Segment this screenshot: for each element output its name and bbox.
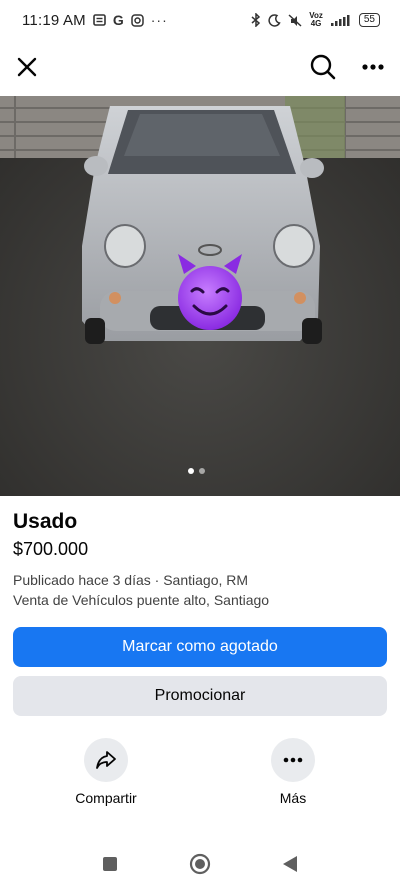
signal-icon [330,14,352,27]
promote-button[interactable]: Promocionar [13,676,387,716]
share-button[interactable] [84,738,128,782]
share-action[interactable]: Compartir [61,738,151,806]
more-action-button[interactable] [271,738,315,782]
google-icon: G [112,12,124,28]
home-circle-icon [189,853,211,875]
overflow-dots-icon: ··· [150,12,168,28]
bluetooth-icon [251,13,261,27]
more-icon [362,64,384,70]
listing-group[interactable]: Venta de Vehículos puente alto, Santiago [13,592,269,608]
more-action[interactable]: Más [248,738,338,806]
listing-photo[interactable] [0,96,400,496]
listing-price: $700.000 [13,539,89,559]
status-left: 11:19 AM G ··· [22,12,168,29]
status-right: Voz 4G 55 [251,12,380,28]
more-label: Más [279,790,307,806]
car-photo-illustration [0,96,400,496]
network-label-bottom: 4G [310,19,322,28]
mute-icon [288,13,302,27]
listing-title: Usado [13,510,78,533]
share-label: Compartir [75,790,137,806]
close-button[interactable] [9,49,45,85]
top-toolbar [0,44,400,90]
square-icon [103,857,117,871]
photo-dot-2 [199,468,205,474]
status-bar: 11:19 AM G ··· Voz 4G 55 [0,0,400,40]
more-dots-icon [283,757,303,763]
share-icon [96,751,116,769]
message-icon [93,14,106,26]
photo-pagination [188,468,205,474]
search-icon [310,54,336,80]
more-options-button[interactable] [355,49,391,85]
battery-indicator: 55 [358,13,380,27]
moon-icon [268,13,281,27]
status-time: 11:19 AM [22,11,86,29]
home-button[interactable] [188,852,212,876]
instagram-icon [131,13,144,27]
recents-button[interactable] [98,852,122,876]
back-triangle-icon [283,856,297,872]
back-button[interactable] [278,852,302,876]
system-nav-bar [0,840,400,889]
listing-published: Publicado hace 3 días · Santiago, RM [13,572,249,588]
search-button[interactable] [305,49,341,85]
photo-dot-1 [188,468,194,474]
close-icon [17,57,37,77]
mark-sold-button[interactable]: Marcar como agotado [13,627,387,667]
network-label: Voz 4G [309,12,323,28]
